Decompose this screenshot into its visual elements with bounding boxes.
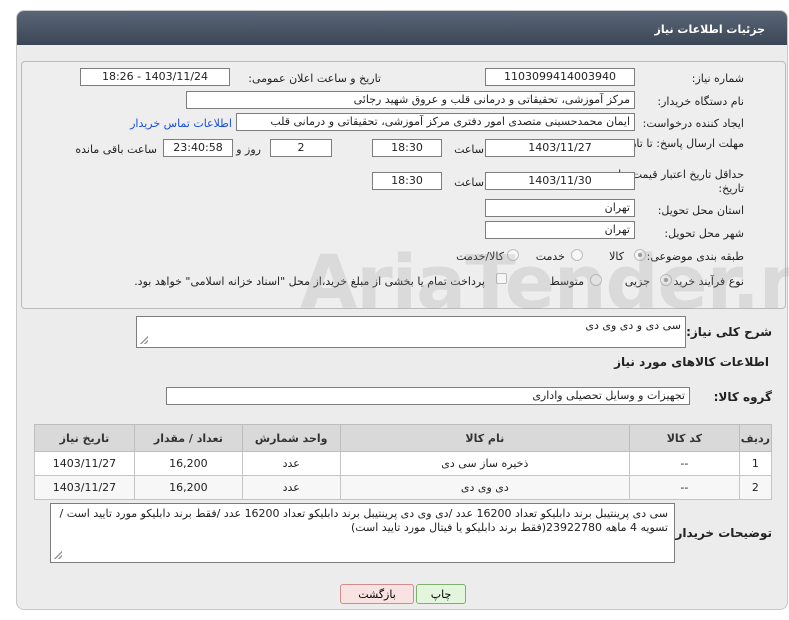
creator-label: ایجاد کننده درخواست: <box>642 117 744 130</box>
cell-date: 1403/11/27 <box>34 475 135 500</box>
deadline-time-field[interactable]: 18:30 <box>372 139 442 157</box>
buyer-contact-link[interactable]: اطلاعات تماس خریدار <box>130 117 232 130</box>
remaining-time-field[interactable]: 23:40:58 <box>163 139 233 157</box>
print-button[interactable]: چاپ <box>416 584 466 604</box>
remaining-time-label: ساعت باقی مانده <box>75 143 157 156</box>
col-unit: واحد شمارش <box>241 424 341 452</box>
cell-name: ذخیره ساز سی دی <box>339 451 631 476</box>
announce-date-field[interactable]: 1403/11/24 - 18:26 <box>80 68 230 86</box>
need-number-field[interactable]: 1103099414003940 <box>485 68 635 86</box>
cell-date: 1403/11/27 <box>34 451 135 476</box>
cell-row: 2 <box>738 475 773 500</box>
buyer-notes-field[interactable]: سی دی پرینتیبل برند دابلیکو تعداد 16200 … <box>50 503 675 563</box>
treasury-payment-checkbox[interactable] <box>496 273 507 284</box>
treasury-payment-note: پرداخت تمام یا بخشی از مبلغ خرید،از محل … <box>134 275 485 288</box>
col-name: نام کالا <box>339 424 631 452</box>
days-label: روز و <box>236 143 261 156</box>
table-row[interactable]: 1 -- ذخیره ساز سی دی عدد 16,200 1403/11/… <box>34 451 773 476</box>
cell-code: -- <box>629 475 740 500</box>
summary-label: شرح کلی نیاز: <box>686 325 772 339</box>
summary-field[interactable]: سی دی و دی وی دی <box>136 316 686 348</box>
resize-grip-icon[interactable] <box>140 336 148 344</box>
summary-text: سی دی و دی وی دی <box>585 319 681 332</box>
cell-code: -- <box>629 451 740 476</box>
province-label: استان محل تحویل: <box>657 204 744 217</box>
window-title: جزئیات اطلاعات نیاز <box>17 11 787 45</box>
buyer-notes-text: سی دی پرینتیبل برند دابلیکو تعداد 16200 … <box>59 507 668 534</box>
col-row: ردیف <box>738 424 773 452</box>
process-radio-medium[interactable] <box>590 274 602 286</box>
category-label: طبقه بندی موضوعی: <box>646 250 744 263</box>
resize-grip-icon[interactable] <box>54 551 62 559</box>
cell-row: 1 <box>738 451 773 476</box>
city-label: شهر محل تحویل: <box>664 227 744 240</box>
process-option-medium: متوسط <box>549 275 584 288</box>
process-radio-minor[interactable] <box>660 274 672 286</box>
cell-unit: عدد <box>241 475 341 500</box>
validity-time-label: ساعت <box>454 176 484 189</box>
category-radio-goods-service[interactable] <box>507 249 519 261</box>
goods-group-label: گروه کالا: <box>713 390 772 404</box>
col-code: کد کالا <box>629 424 740 452</box>
announce-date-label: تاریخ و ساعت اعلان عمومی: <box>248 72 381 85</box>
table-row[interactable]: 2 -- دی وی دی عدد 16,200 1403/11/27 <box>34 475 773 500</box>
buyer-org-label: نام دستگاه خریدار: <box>657 95 744 108</box>
buyer-notes-label: توضیحات خریدار: <box>670 526 772 540</box>
creator-field[interactable]: ایمان محمدحسینی متصدی امور دفتری مرکز آم… <box>236 113 635 131</box>
cell-unit: عدد <box>241 451 341 476</box>
category-radio-goods[interactable] <box>634 249 646 261</box>
goods-table: ردیف کد کالا نام کالا واحد شمارش تعداد /… <box>34 424 773 500</box>
category-option-goods: کالا <box>609 250 624 263</box>
category-option-goods-service: کالا/خدمت <box>456 250 504 263</box>
col-qty: تعداد / مقدار <box>133 424 243 452</box>
back-button[interactable]: بازگشت <box>340 584 414 604</box>
buyer-org-field[interactable]: مرکز آموزشی، تحقیقاتی و درمانی قلب و عرو… <box>186 91 635 109</box>
need-number-label: شماره نیاز: <box>691 72 744 85</box>
col-date: تاریخ نیاز <box>34 424 135 452</box>
city-field[interactable]: تهران <box>485 221 635 239</box>
process-option-minor: جزیی <box>624 275 650 288</box>
deadline-date-field[interactable]: 1403/11/27 <box>485 139 635 157</box>
deadline-time-label: ساعت <box>454 143 484 156</box>
province-field[interactable]: تهران <box>485 199 635 217</box>
days-field[interactable]: 2 <box>270 139 332 157</box>
goods-section-title: اطلاعات کالاهای مورد نیاز <box>614 355 769 369</box>
process-label: نوع فرآیند خرید : <box>666 275 744 288</box>
cell-name: دی وی دی <box>339 475 631 500</box>
validity-time-field[interactable]: 18:30 <box>372 172 442 190</box>
goods-table-header: ردیف کد کالا نام کالا واحد شمارش تعداد /… <box>34 424 773 452</box>
category-option-service: خدمت <box>535 250 565 263</box>
category-radio-service[interactable] <box>571 249 583 261</box>
validity-date-field[interactable]: 1403/11/30 <box>485 172 635 190</box>
cell-qty: 16,200 <box>133 475 243 500</box>
goods-group-field[interactable]: تجهیزات و وسایل تحصیلی واداری <box>166 387 690 405</box>
cell-qty: 16,200 <box>133 451 243 476</box>
